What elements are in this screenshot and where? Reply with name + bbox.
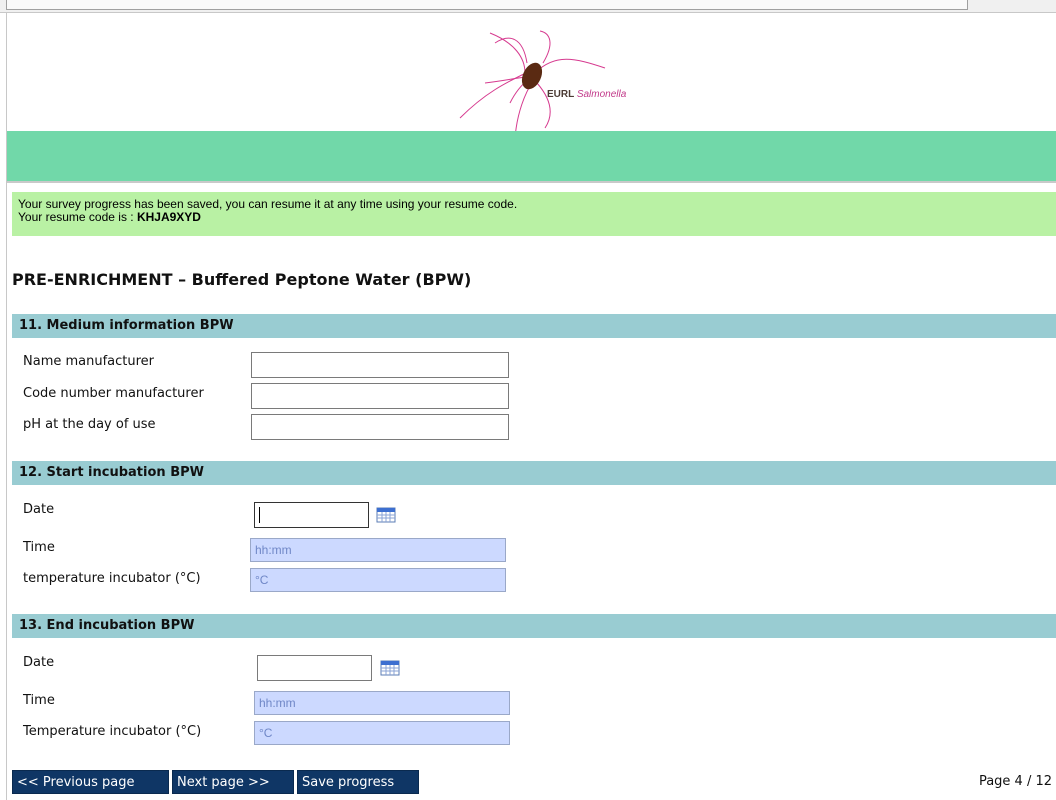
header-color-band bbox=[7, 131, 1056, 183]
label-end-time: Time bbox=[23, 693, 55, 708]
start-date-input[interactable] bbox=[254, 502, 369, 528]
resume-code: KHJA9XYD bbox=[136, 210, 201, 224]
text-caret bbox=[259, 507, 260, 523]
label-start-temperature: temperature incubator (°C) bbox=[23, 571, 201, 586]
resume-code-line: Your resume code is : KHJA9XYD bbox=[18, 211, 1056, 224]
previous-page-button[interactable]: << Previous page bbox=[12, 770, 169, 794]
label-start-time: Time bbox=[23, 540, 55, 555]
resume-code-prefix: Your resume code is : bbox=[18, 210, 137, 224]
page-indicator: Page 4 / 12 bbox=[978, 774, 1052, 789]
label-code-number-manufacturer: Code number manufacturer bbox=[23, 386, 204, 401]
label-ph-day-of-use: pH at the day of use bbox=[23, 417, 156, 432]
end-time-input[interactable]: hh:mm bbox=[254, 691, 510, 715]
progress-saved-notice: Your survey progress has been saved, you… bbox=[12, 192, 1056, 236]
calendar-icon[interactable] bbox=[380, 660, 400, 676]
section-12-header: 12. Start incubation BPW bbox=[12, 461, 1056, 485]
calendar-icon[interactable] bbox=[376, 507, 396, 523]
label-name-manufacturer: Name manufacturer bbox=[23, 354, 155, 369]
end-temperature-input[interactable]: °C bbox=[254, 721, 510, 745]
start-temperature-input[interactable]: °C bbox=[250, 568, 506, 592]
label-end-date: Date bbox=[23, 655, 55, 670]
next-page-button[interactable]: Next page >> bbox=[172, 770, 294, 794]
section-11-header: 11. Medium information BPW bbox=[12, 314, 1056, 338]
start-time-input[interactable]: hh:mm bbox=[250, 538, 506, 562]
top-frame-edge bbox=[6, 0, 968, 10]
save-progress-button[interactable]: Save progress bbox=[297, 770, 419, 794]
header-logo-area: EURL Salmonella bbox=[7, 13, 1056, 139]
ph-day-of-use-input[interactable] bbox=[251, 414, 509, 440]
page-title: PRE-ENRICHMENT – Buffered Peptone Water … bbox=[12, 270, 472, 289]
end-date-input[interactable] bbox=[257, 655, 372, 681]
section-13-header: 13. End incubation BPW bbox=[12, 614, 1056, 638]
label-end-temperature: Temperature incubator (°C) bbox=[23, 724, 202, 739]
label-start-date: Date bbox=[23, 502, 55, 517]
code-number-manufacturer-input[interactable] bbox=[251, 383, 509, 409]
name-manufacturer-input[interactable] bbox=[251, 352, 509, 378]
svg-text:EURL Salmonella: EURL Salmonella bbox=[547, 89, 627, 100]
eurl-salmonella-logo: EURL Salmonella bbox=[459, 30, 627, 139]
